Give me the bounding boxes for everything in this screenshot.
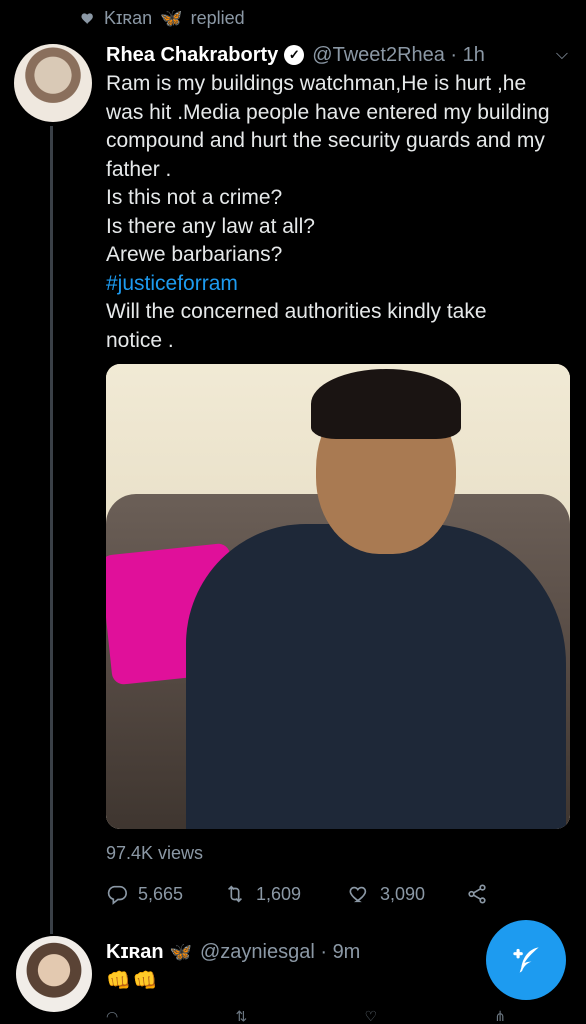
share-button[interactable] [466,883,488,905]
tweet-line: Will the concerned authorities kindly ta… [106,300,487,323]
like-count: 3,090 [380,883,426,904]
tweet-line: compound and hurt the security guards an… [106,129,545,152]
tweet-line: Arewe barbarians? [106,243,283,266]
compose-button[interactable] [486,920,566,1000]
reply-handle: @zayniesgal · 9m [199,940,361,963]
retweet-count: 1,609 [256,883,302,904]
social-context: Kɪʀan 🦋 replied [80,6,245,30]
reply-actions-peek: ◠ ⇅ ♡ ⋔ [106,1008,506,1024]
video-person-hair [311,369,461,439]
author-avatar[interactable] [14,44,92,122]
tweet-line: was hit .Media people have entered my bu… [106,100,550,124]
reply-count: 5,665 [138,883,184,904]
reply-header: Kɪʀan 🦋 @zayniesgal · 9m [106,938,360,966]
reply-avatar[interactable] [16,936,92,1012]
reply-author-name[interactable]: Kɪʀan [106,941,164,964]
like-icon [349,886,367,903]
retweet-icon[interactable]: ⇅ [235,1008,247,1024]
reply-icon [107,885,127,905]
butterfly-emoji: 🦋 [160,7,183,28]
reply-button[interactable]: 5,665 [106,883,224,905]
retweet-button[interactable]: 1,609 [224,883,348,905]
tweet-line: Ram is my buildings watchman,He is hurt … [106,72,527,95]
reply-text: 👊👊 [106,970,160,992]
author-name[interactable]: Rhea Chakraborty [106,44,278,67]
butterfly-emoji: 🦋 [169,941,192,962]
video-person-shirt [186,524,566,829]
share-icon [468,884,486,904]
like-button[interactable]: 3,090 [348,883,466,905]
chevron-down-icon[interactable]: ⌵ [556,46,568,64]
compose-icon [513,947,539,973]
author-handle: @Tweet2Rhea · 1h [312,43,485,66]
view-count: 97.4K views [106,843,204,863]
tweet-line: Is this not a crime? [106,186,283,209]
share-icon[interactable]: ⋔ [494,1008,506,1024]
tweet-line: father . [106,157,172,181]
context-label: replied [190,7,245,28]
verified-icon: ✓ [284,45,305,65]
context-user[interactable]: Kɪʀan [104,8,152,29]
heart-icon [81,13,93,24]
tweet-actions: 5,665 1,609 3,090 [106,880,526,908]
tweet-video[interactable] [106,364,570,829]
thread-line [50,126,53,934]
retweet-icon [227,885,243,903]
tweet-text: Ram is my buildings watchman,He is hurt … [106,70,576,355]
reply-icon[interactable]: ◠ [106,1008,118,1024]
like-icon[interactable]: ♡ [364,1008,377,1024]
hashtag-link[interactable]: #justiceforram [106,270,576,299]
tweet-header: Rhea Chakraborty ✓ @Tweet2Rhea · 1h ⌵ [106,40,568,70]
tweet-line: Is there any law at all? [106,214,315,238]
tweet-line: notice . [106,328,174,352]
